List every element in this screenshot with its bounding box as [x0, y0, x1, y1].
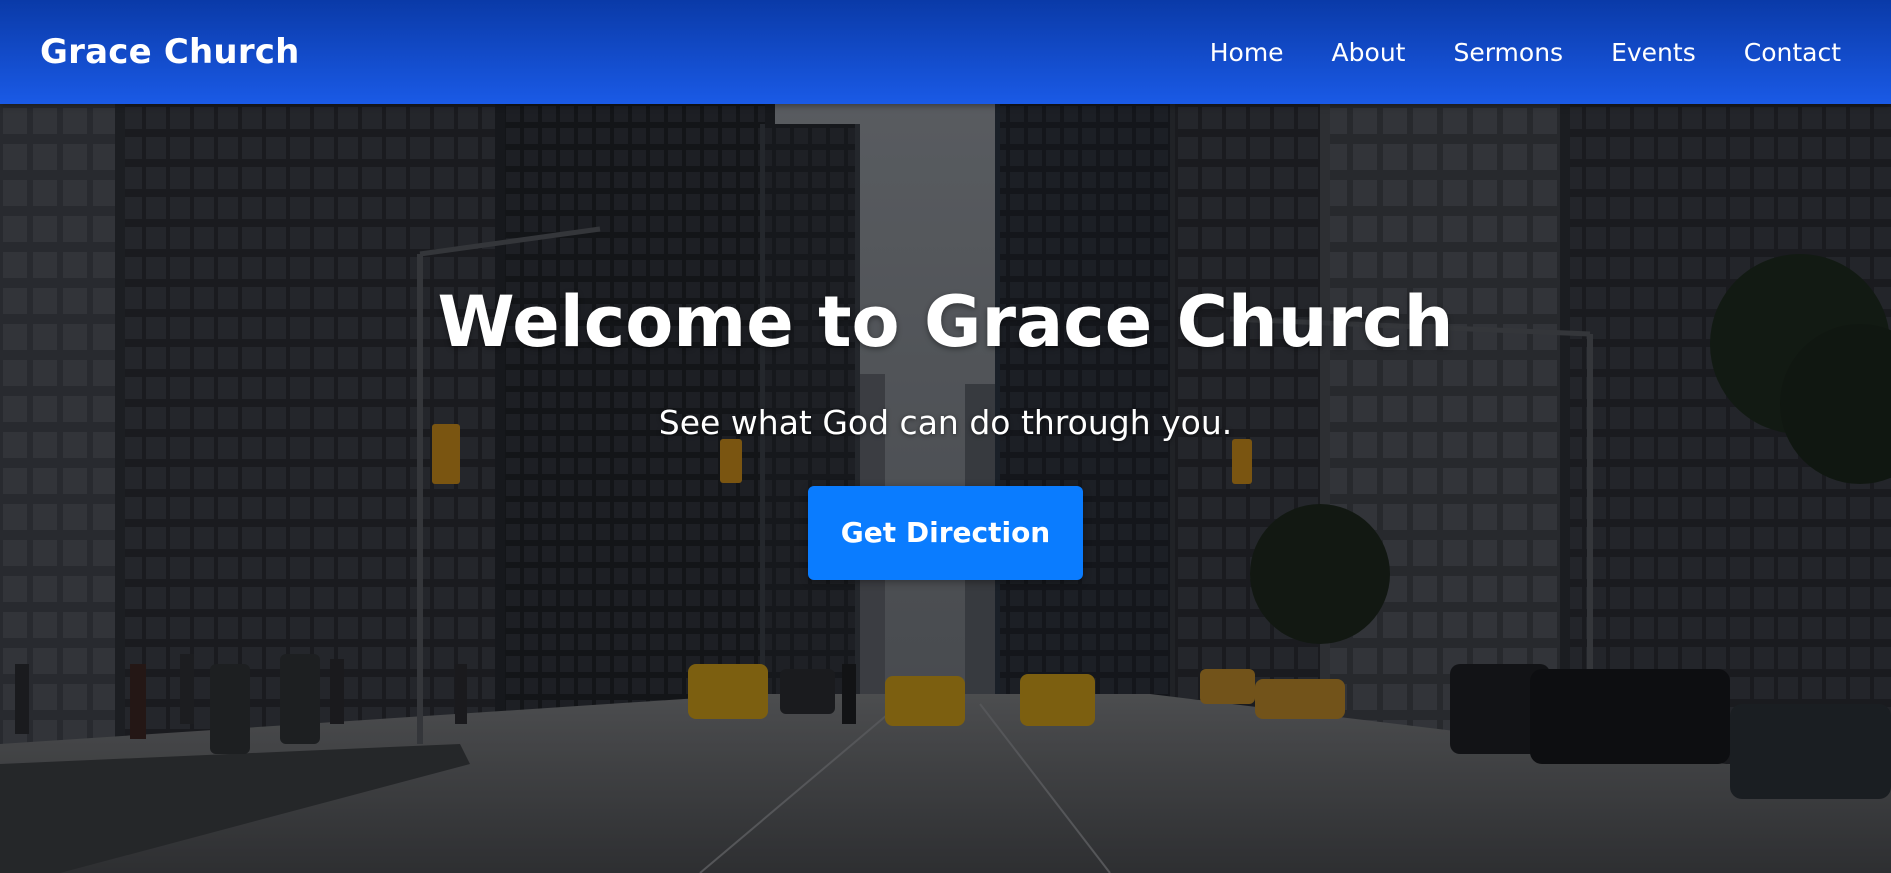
nav-link-events[interactable]: Events — [1611, 38, 1696, 67]
top-navbar: Grace Church Home About Sermons Events C… — [0, 0, 1891, 104]
page: Grace Church Home About Sermons Events C… — [0, 0, 1891, 873]
nav-menu: Home About Sermons Events Contact — [1210, 38, 1851, 67]
hero-section: Welcome to Grace Church See what God can… — [0, 104, 1891, 873]
hero-subtitle: See what God can do through you. — [658, 403, 1233, 442]
hero-title: Welcome to Grace Church — [437, 281, 1454, 363]
nav-link-about[interactable]: About — [1332, 38, 1406, 67]
hero-content: Welcome to Grace Church See what God can… — [0, 284, 1891, 580]
nav-link-sermons[interactable]: Sermons — [1453, 38, 1563, 67]
get-direction-button[interactable]: Get Direction — [808, 486, 1083, 580]
nav-link-contact[interactable]: Contact — [1744, 38, 1841, 67]
nav-link-home[interactable]: Home — [1210, 38, 1284, 67]
brand-logo-link[interactable]: Grace Church — [40, 32, 300, 72]
